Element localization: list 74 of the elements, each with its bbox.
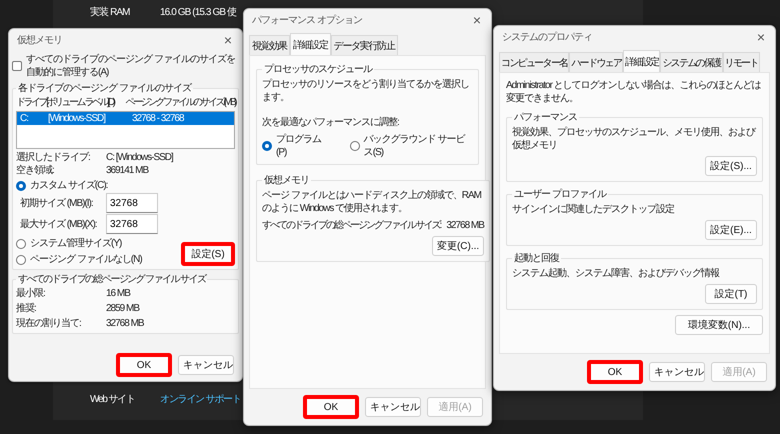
- spec-value: 16.0 GB (15.3 GB 使: [160, 6, 238, 19]
- group-title: すべてのドライブの総ページング ファイル サイズ: [17, 273, 207, 286]
- description-text: ページ ファイルとはハードディスク上の領域で、RAM のように Windows で使用されます。: [262, 189, 482, 215]
- dialog-button[interactable]: 設定(S): [181, 242, 235, 266]
- tab[interactable]: 詳細設定: [290, 33, 331, 55]
- note-text: Administrator としてログオンしない場合は、これらのほとんどは変更できません。: [506, 79, 762, 105]
- field-label: 初期サイズ (MB)(I):: [20, 196, 94, 210]
- close-button[interactable]: ×: [468, 12, 485, 28]
- close-button[interactable]: ×: [220, 32, 236, 48]
- prompt-text: 次を最適なパフォーマンスに調整:: [262, 116, 400, 129]
- description-text: システム起動、システム障害、およびデバッグ情報: [512, 267, 720, 280]
- dialog-button[interactable]: 変更(C)...: [432, 236, 484, 256]
- dialog-button[interactable]: 設定(S)...: [705, 156, 757, 176]
- info-label: 最小限:: [16, 287, 46, 300]
- tab[interactable]: 詳細設定: [623, 50, 660, 72]
- radio-button[interactable]: [16, 254, 26, 264]
- column-header: ページング ファイルのサイズ (MB): [125, 96, 235, 109]
- link-label: Web サイト: [90, 393, 136, 406]
- field-label: 最大サイズ (MB)(X):: [20, 218, 98, 230]
- dialog-button[interactable]: キャンセル: [365, 397, 421, 417]
- group-title: パフォーマンス: [513, 111, 578, 124]
- group-title: 起動と回復: [513, 252, 560, 265]
- radio-button[interactable]: [262, 141, 272, 151]
- spec-label: 実装 RAM: [90, 6, 131, 19]
- group-title: プロセッサのスケジュール: [263, 62, 374, 76]
- info-label: 選択したドライブ:: [16, 151, 91, 164]
- window-title: 仮想メモリ: [17, 34, 62, 47]
- dialog-button[interactable]: 設定(T): [705, 284, 757, 304]
- info-label: 空き領域:: [16, 164, 55, 177]
- checkbox-label: すべてのドライブのページング ファイルのサイズを自動的に管理する(A): [26, 53, 236, 79]
- radio-button[interactable]: [350, 141, 360, 151]
- column-header: ドライブ [ボリューム ラベル](D): [16, 96, 114, 109]
- window-title: システムのプロパティ: [502, 30, 592, 44]
- size-field[interactable]: 32768: [106, 193, 158, 213]
- window-title: パフォーマンス オプション: [252, 14, 362, 27]
- dialog-button[interactable]: 設定(E)...: [705, 220, 757, 240]
- description-text: サインインに関連したデスクトップ設定: [512, 203, 676, 216]
- description-text: プロセッサのリソースをどう割り当てるかを選択します。: [262, 78, 470, 104]
- info-label: 推奨:: [16, 302, 37, 315]
- radio-label: システム管理サイズ(Y): [30, 237, 122, 250]
- info-value: 16 MB: [106, 287, 132, 300]
- tab[interactable]: システムの保護: [660, 52, 723, 72]
- tab[interactable]: コンピューター名: [499, 52, 570, 72]
- group-title: 各ドライブのページング ファイルのサイズ: [17, 82, 192, 95]
- tab[interactable]: リモート: [722, 52, 760, 72]
- radio-label: ページング ファイルなし(N): [30, 253, 142, 266]
- dialog-button[interactable]: キャンセル: [649, 362, 705, 382]
- info-value: C: [Windows-SSD]: [106, 151, 174, 164]
- tab[interactable]: 視覚効果: [249, 35, 290, 55]
- radio-button[interactable]: [16, 238, 26, 248]
- drive-row[interactable]: C: [Windows-SSD] 32768 - 32768: [17, 112, 234, 125]
- dialog-button[interactable]: OK: [303, 395, 359, 419]
- close-button[interactable]: ×: [752, 29, 769, 45]
- dialog-button[interactable]: キャンセル: [178, 355, 234, 375]
- group-title: ユーザー プロファイル: [513, 188, 608, 201]
- radio-button[interactable]: [16, 180, 26, 190]
- tab[interactable]: データ実行防止: [330, 35, 398, 55]
- info-value: 32768 MB: [446, 219, 484, 232]
- dialog-button[interactable]: OK: [116, 353, 172, 377]
- radio-label: カスタム サイズ(C):: [30, 179, 108, 192]
- description-text: 視覚効果、プロセッサのスケジュール、メモリ使用、および仮想メモリ: [512, 126, 756, 152]
- info-value: 32768 MB: [106, 317, 145, 330]
- group-title: 仮想メモリ: [263, 174, 310, 187]
- radio-label: プログラム(P): [276, 133, 322, 159]
- info-value: 2859 MB: [106, 302, 140, 315]
- dialog-button[interactable]: 環境変数(N)...: [675, 315, 763, 335]
- dialog-button[interactable]: OK: [587, 360, 643, 384]
- size-field[interactable]: 32768: [106, 214, 158, 234]
- info-label: 現在の割り当て:: [16, 317, 82, 330]
- tab[interactable]: ハードウェア: [569, 52, 624, 72]
- checkbox[interactable]: [12, 61, 22, 71]
- radio-label: バックグラウンド サービス(S): [364, 133, 466, 159]
- info-value: 369141 MB: [106, 164, 150, 177]
- info-label: すべてのドライブの総ページング ファイル サイズ:: [262, 219, 440, 232]
